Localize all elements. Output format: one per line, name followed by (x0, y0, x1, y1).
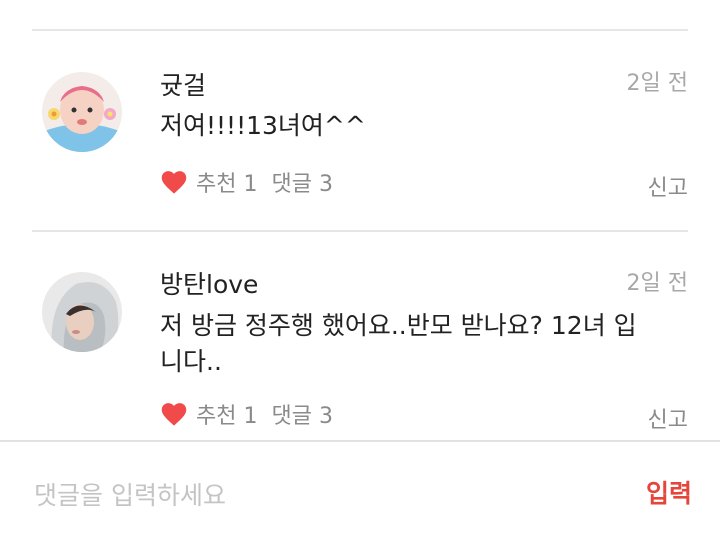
comment-actions: 추천 1 댓글 3 (160, 166, 333, 198)
report-button[interactable]: 신고 (648, 170, 688, 202)
comment-input[interactable]: 댓글을 입력하세요 (34, 476, 226, 512)
like-count[interactable]: 추천 1 (196, 398, 257, 430)
comment-text: 저 방금 정주행 했어요..반모 받나요? 12녀 입니다.. (160, 311, 637, 376)
avatar[interactable] (42, 72, 122, 152)
comment-actions: 추천 1 댓글 3 (160, 398, 333, 430)
like-count[interactable]: 추천 1 (196, 166, 257, 198)
comment-text: 저여!!!!13녀여^^ (160, 111, 366, 140)
reply-count[interactable]: 댓글 3 (271, 398, 332, 430)
heart-icon[interactable] (160, 401, 188, 427)
comment-item: 귯걸 2일 전 저여!!!!13녀여^^ 추천 1 댓글 3 신고 (0, 0, 720, 230)
comment-username[interactable]: 귯걸 (160, 66, 206, 102)
avatar[interactable] (42, 272, 122, 352)
comment-time: 2일 전 (626, 271, 688, 296)
submit-button[interactable]: 입력 (646, 474, 692, 510)
report-button[interactable]: 신고 (648, 402, 688, 434)
comment-time: 2일 전 (626, 71, 688, 96)
comment-input-bar: 댓글을 입력하세요 입력 (0, 442, 720, 540)
heart-icon[interactable] (160, 169, 188, 195)
reply-count[interactable]: 댓글 3 (271, 166, 332, 198)
comment-username[interactable]: 방탄love (160, 265, 258, 301)
comment-item: 방탄love 2일 전 저 방금 정주행 했어요..반모 받나요? 12녀 입니… (0, 230, 720, 440)
